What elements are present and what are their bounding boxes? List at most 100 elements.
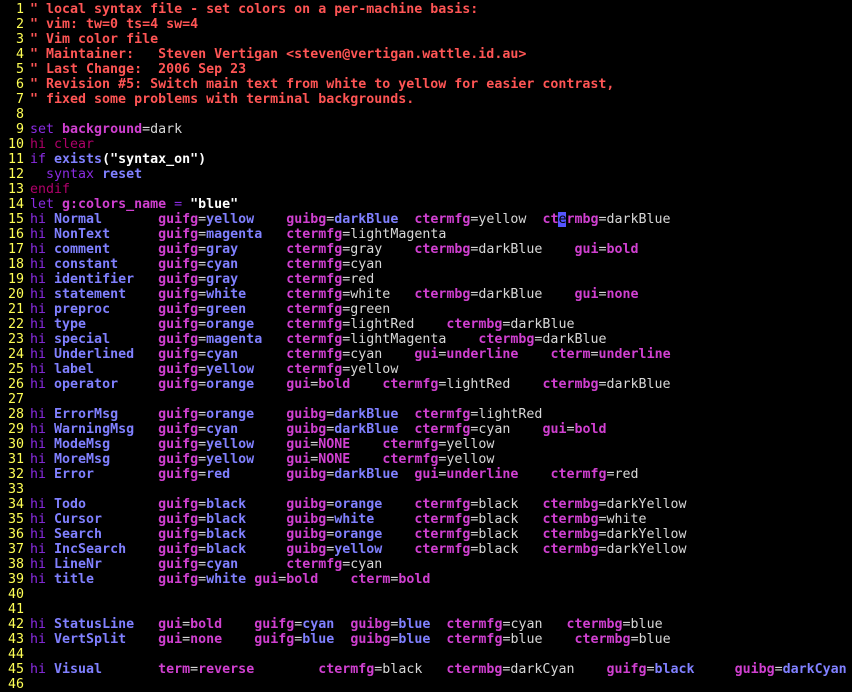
code-line[interactable]: 34 hi Todo guifg =black guibg = orange cterm… — [0, 497, 852, 512]
code-line[interactable]: 10 hi clear — [0, 137, 852, 152]
code-line[interactable]: 8 — [0, 107, 852, 122]
code-line[interactable]: 23 hi special guifg=magenta ctermfg=light… — [0, 332, 852, 347]
line-content[interactable]: hi constant guifg=cyan ctermfg=cyan — [24, 257, 852, 272]
line-content[interactable]: hi Todo guifg =black guibg = orange ctermfg… — [24, 497, 852, 512]
code-line[interactable]: 28 hi ErrorMsg guifg=orange guibg=darkBlu… — [0, 407, 852, 422]
line-content[interactable] — [24, 107, 852, 122]
code-line[interactable]: 1 " local syntax file - set colors on a p… — [0, 2, 852, 17]
line-content[interactable]: hi Visual term=reverse ctermfg=black cte… — [24, 662, 852, 677]
line-content[interactable]: " Maintainer: Steven Vertigan <steven@ve… — [24, 47, 852, 62]
code-line[interactable]: 43 hi VertSplit gui=none guifg =blue guibg… — [0, 632, 852, 647]
code-line[interactable]: 17 hi comment guifg=gray ctermfg=gray cte… — [0, 242, 852, 257]
line-content[interactable]: hi clear — [24, 137, 852, 152]
code-line[interactable]: 4 " Maintainer: Steven Vertigan <steven@v… — [0, 47, 852, 62]
code-line[interactable]: 42 hi StatusLine gui=bold guifg =cyan guib… — [0, 617, 852, 632]
line-content[interactable]: hi identifier guifg=gray ctermfg=red — [24, 272, 852, 287]
line-content[interactable]: hi IncSearch guifg =black guibg = yellow ct… — [24, 542, 852, 557]
line-content[interactable]: hi Cursor guifg=black guibg=white ctermf… — [24, 512, 852, 527]
code-line[interactable]: 11 if exists("syntax_on") — [0, 152, 852, 167]
code-line[interactable]: 46 — [0, 677, 852, 692]
line-content[interactable]: hi VertSplit gui=none guifg =blue guibg =b… — [24, 632, 852, 647]
line-content[interactable]: hi label guifg=yellow ctermfg=yellow — [24, 362, 852, 377]
line-content[interactable]: " vim: tw=0 ts=4 sw=4 — [24, 17, 852, 32]
code-line[interactable]: 18 hi constant guifg=cyan ctermfg=cyan — [0, 257, 852, 272]
line-content[interactable] — [24, 482, 852, 497]
line-content[interactable]: hi Error guifg=red guibg=darkBlue gui=un… — [24, 467, 852, 482]
code-line[interactable]: 20 hi statement guifg=white ctermfg=white… — [0, 287, 852, 302]
line-content[interactable]: set background=dark — [24, 122, 852, 137]
line-content[interactable]: " Vim color file — [24, 32, 852, 47]
line-content[interactable] — [24, 602, 852, 617]
line-content[interactable]: hi StatusLine gui=bold guifg =cyan guibg =… — [24, 617, 852, 632]
code-line[interactable]: 12 syntax reset — [0, 167, 852, 182]
code-line[interactable]: 16 hi NonText guifg=magenta ctermfg=light… — [0, 227, 852, 242]
line-content[interactable]: endif — [24, 182, 852, 197]
code-line[interactable]: 15 hi Normal guifg=yellow guibg=darkBlue … — [0, 212, 852, 227]
code-token: = — [182, 617, 191, 632]
code-line[interactable]: 27 — [0, 392, 852, 407]
code-line[interactable]: 39 hi title guifg=white gui=bold cterm=bo… — [0, 572, 852, 587]
code-line[interactable]: 9 set background=dark — [0, 122, 852, 137]
code-line[interactable]: 44 — [0, 647, 852, 662]
line-content[interactable]: hi Search guifg =black guibg = orange cterm… — [24, 527, 852, 542]
line-content[interactable]: hi operator guifg=orange gui=bold ctermf… — [24, 377, 852, 392]
code-token: ctermbg — [542, 527, 599, 542]
code-line[interactable]: 45 hi Visual term=reverse ctermfg=black c… — [0, 662, 852, 677]
code-line[interactable]: 41 — [0, 602, 852, 617]
line-content[interactable]: hi NonText guifg=magenta ctermfg=lightMa… — [24, 227, 852, 242]
line-content[interactable]: hi MoreMsg guifg =yellow gui = NONE ctermfg… — [24, 452, 852, 467]
code-line[interactable]: 3 " Vim color file — [0, 32, 852, 47]
line-content[interactable]: " Revision #5: Switch main text from whi… — [24, 77, 852, 92]
line-content[interactable]: " Last Change: 2006 Sep 23 — [24, 62, 852, 77]
code-line[interactable]: 31 hi MoreMsg guifg =yellow gui = NONE cterm… — [0, 452, 852, 467]
line-content[interactable]: hi title guifg=white gui=bold cterm=bold — [24, 572, 852, 587]
code-line[interactable]: 5 " Last Change: 2006 Sep 23 — [0, 62, 852, 77]
code-line[interactable]: 2 " vim: tw=0 ts=4 sw=4 — [0, 17, 852, 32]
code-line[interactable]: 6 " Revision #5: Switch main text from wh… — [0, 77, 852, 92]
code-line[interactable]: 14 let g:colors_name = "blue" — [0, 197, 852, 212]
code-token: LineNr — [54, 557, 159, 572]
code-line[interactable]: 32 hi Error guifg=red guibg=darkBlue gui=… — [0, 467, 852, 482]
code-line[interactable]: 36 hi Search guifg =black guibg = orange cte… — [0, 527, 852, 542]
code-line[interactable]: 29 hi WarningMsg guifg=cyan guibg=darkBlu… — [0, 422, 852, 437]
code-line[interactable]: 21 hi preproc guifg=green ctermfg=green — [0, 302, 852, 317]
line-content[interactable]: let g:colors_name = "blue" — [24, 197, 852, 212]
code-line[interactable]: 25 hi label guifg=yellow ctermfg=yellow — [0, 362, 852, 377]
line-content[interactable]: hi comment guifg=gray ctermfg=gray cterm… — [24, 242, 852, 257]
line-content[interactable] — [24, 587, 852, 602]
code-line[interactable]: 35 hi Cursor guifg=black guibg=white cter… — [0, 512, 852, 527]
code-line[interactable]: 38 hi LineNr guifg=cyan ctermfg=cyan — [0, 557, 852, 572]
code-line[interactable]: 30 hi ModeMsg guifg =yellow gui = NONE cterm… — [0, 437, 852, 452]
code-line[interactable]: 40 — [0, 587, 852, 602]
line-content[interactable]: hi ErrorMsg guifg=orange guibg=darkBlue … — [24, 407, 852, 422]
line-content[interactable]: hi type guifg=orange ctermfg=lightRed ct… — [24, 317, 852, 332]
code-token: none — [190, 632, 223, 647]
code-line[interactable]: 22 hi type guifg=orange ctermfg=lightRed … — [0, 317, 852, 332]
line-content[interactable] — [24, 392, 852, 407]
line-content[interactable]: if exists("syntax_on") — [24, 152, 852, 167]
line-content[interactable]: hi statement guifg=white ctermfg=white c… — [24, 287, 852, 302]
code-line[interactable]: 7 " fixed some problems with terminal bac… — [0, 92, 852, 107]
line-content[interactable] — [24, 677, 852, 692]
code-line[interactable]: 26 hi operator guifg=orange gui=bold cter… — [0, 377, 852, 392]
vim-editor[interactable]: 1 " local syntax file - set colors on a p… — [0, 0, 852, 692]
line-content[interactable]: hi Normal guifg=yellow guibg=darkBlue ct… — [24, 212, 852, 227]
code-token: ctermfg — [414, 422, 471, 437]
code-line[interactable]: 37 hi IncSearch guifg =black guibg = yellow … — [0, 542, 852, 557]
line-content[interactable]: hi preproc guifg=green ctermfg=green — [24, 302, 852, 317]
line-content[interactable]: hi special guifg=magenta ctermfg=lightMa… — [24, 332, 852, 347]
code-line[interactable]: 13 endif — [0, 182, 852, 197]
line-content[interactable]: hi ModeMsg guifg =yellow gui = NONE ctermfg… — [24, 437, 852, 452]
code-token: =blue — [630, 632, 671, 647]
line-content[interactable]: hi LineNr guifg=cyan ctermfg=cyan — [24, 557, 852, 572]
line-content[interactable]: syntax reset — [24, 167, 852, 182]
line-content[interactable]: " fixed some problems with terminal back… — [24, 92, 852, 107]
line-content[interactable] — [24, 647, 852, 662]
line-content[interactable]: hi Underlined guifg=cyan ctermfg=cyan gu… — [24, 347, 852, 362]
code-line[interactable]: 33 — [0, 482, 852, 497]
code-line[interactable]: 19 hi identifier guifg=gray ctermfg=red — [0, 272, 852, 287]
line-content[interactable]: hi WarningMsg guifg=cyan guibg=darkBlue … — [24, 422, 852, 437]
code-token: =yellow — [342, 362, 399, 377]
line-content[interactable]: " local syntax file - set colors on a pe… — [24, 2, 852, 17]
code-line[interactable]: 24 hi Underlined guifg=cyan ctermfg=cyan … — [0, 347, 852, 362]
